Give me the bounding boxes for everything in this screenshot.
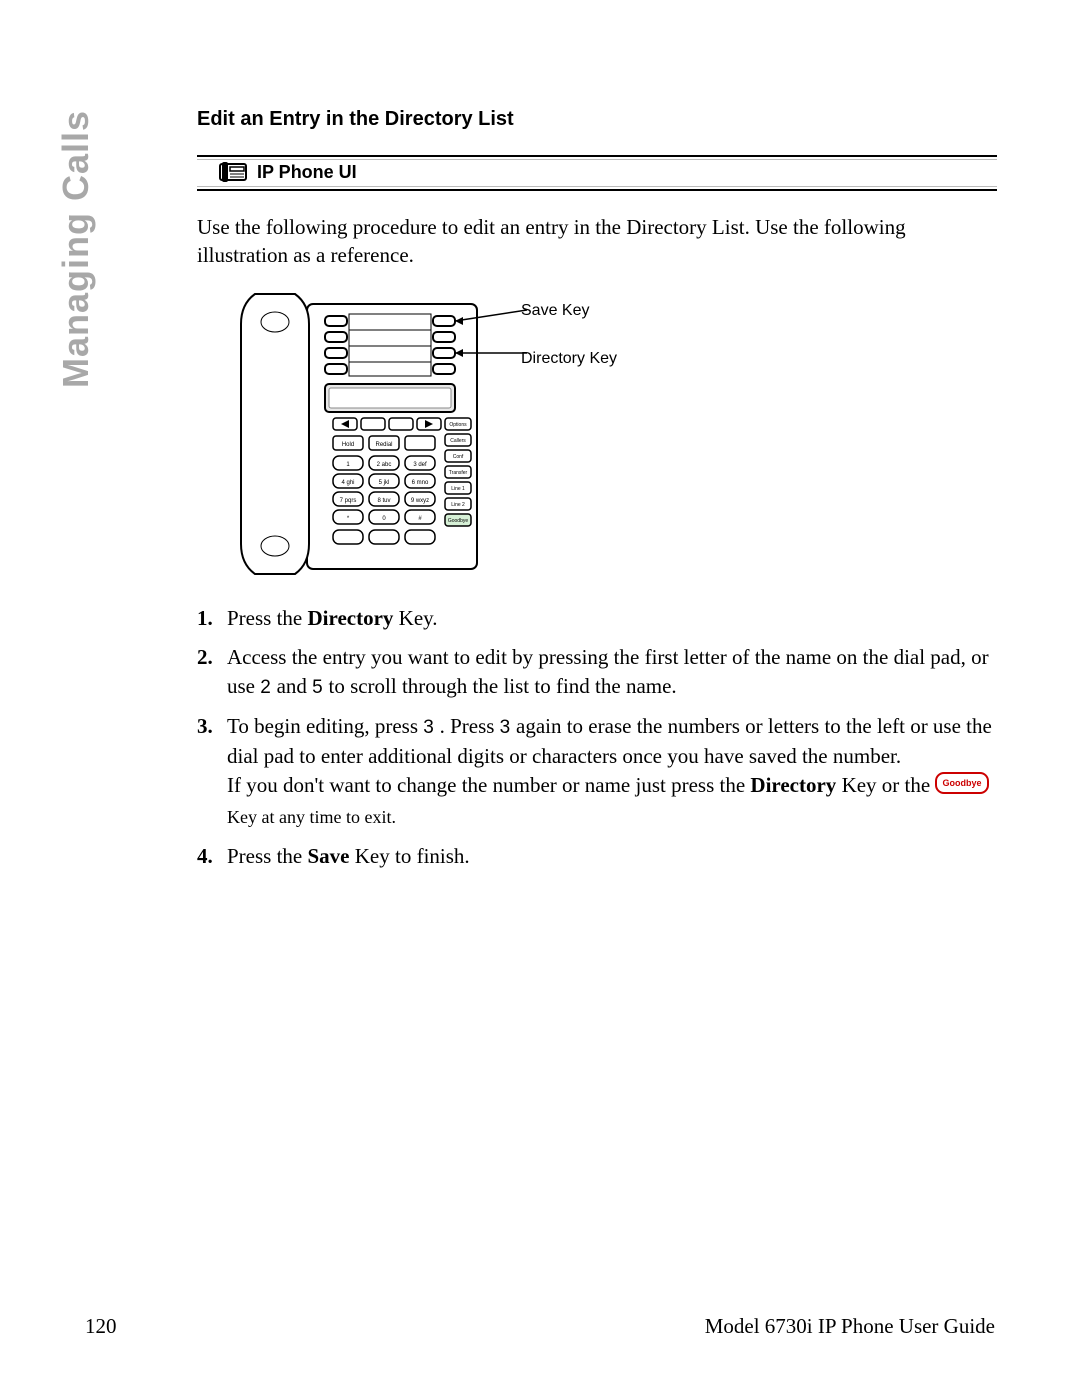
subheading-text: IP Phone UI [257, 162, 357, 183]
step-1: 1. Press the Directory Key. [197, 604, 997, 633]
svg-text:Line 2: Line 2 [451, 502, 465, 508]
svg-text:Transfer: Transfer [449, 470, 468, 476]
svg-text:2 abc: 2 abc [377, 462, 392, 468]
svg-text:Conf: Conf [453, 454, 464, 460]
content-area: Edit an Entry in the Directory List IP P… [197, 108, 997, 881]
svg-text:Callers: Callers [450, 438, 466, 444]
page: Managing Calls Edit an Entry in the Dire… [0, 0, 1080, 1397]
side-tab-text: Managing Calls [55, 110, 96, 388]
callout-save-key: Save Key [521, 302, 617, 320]
svg-text:3 def: 3 def [413, 462, 427, 468]
svg-text:6 mno: 6 mno [412, 480, 429, 486]
callout-directory-key: Directory Key [521, 350, 617, 368]
svg-text:Goodbye: Goodbye [943, 778, 982, 788]
svg-text:8 tuv: 8 tuv [377, 498, 390, 504]
section-heading: Edit an Entry in the Directory List [197, 108, 997, 131]
svg-text:4 ghi: 4 ghi [341, 480, 354, 486]
svg-text:Goodbye: Goodbye [448, 518, 469, 524]
goodbye-key-icon: Goodbye [935, 772, 989, 802]
guide-title: Model 6730i IP Phone User Guide [705, 1314, 995, 1339]
svg-text:9 wxyz: 9 wxyz [411, 498, 429, 504]
step-3: 3. To begin editing, press 3 . Press 3 a… [197, 712, 997, 832]
step-4: 4. Press the Save Key to finish. [197, 842, 997, 871]
subheading-bar: IP Phone UI [197, 155, 997, 191]
step-2: 2. Access the entry you want to edit by … [197, 643, 997, 702]
svg-text:7 pqrs: 7 pqrs [340, 498, 357, 504]
svg-text:Redial: Redial [375, 442, 392, 448]
procedure-steps: 1. Press the Directory Key. 2. Access th… [197, 604, 997, 872]
page-number: 120 [85, 1314, 117, 1339]
intro-paragraph: Use the following procedure to edit an e… [197, 213, 997, 270]
svg-text:Options: Options [449, 422, 467, 428]
phone-ui-icon [219, 161, 247, 183]
svg-text:5 jkl: 5 jkl [379, 480, 390, 486]
svg-text:Line 1: Line 1 [451, 486, 465, 492]
svg-text:Hold: Hold [342, 442, 354, 448]
page-footer: 120 Model 6730i IP Phone User Guide [85, 1314, 995, 1339]
phone-illustration: Hold Redial 12 abc3 def 4 ghi5 jkl6 mno … [237, 284, 997, 584]
side-tab: Managing Calls [55, 110, 97, 388]
phone-diagram: Hold Redial 12 abc3 def 4 ghi5 jkl6 mno … [237, 284, 527, 584]
